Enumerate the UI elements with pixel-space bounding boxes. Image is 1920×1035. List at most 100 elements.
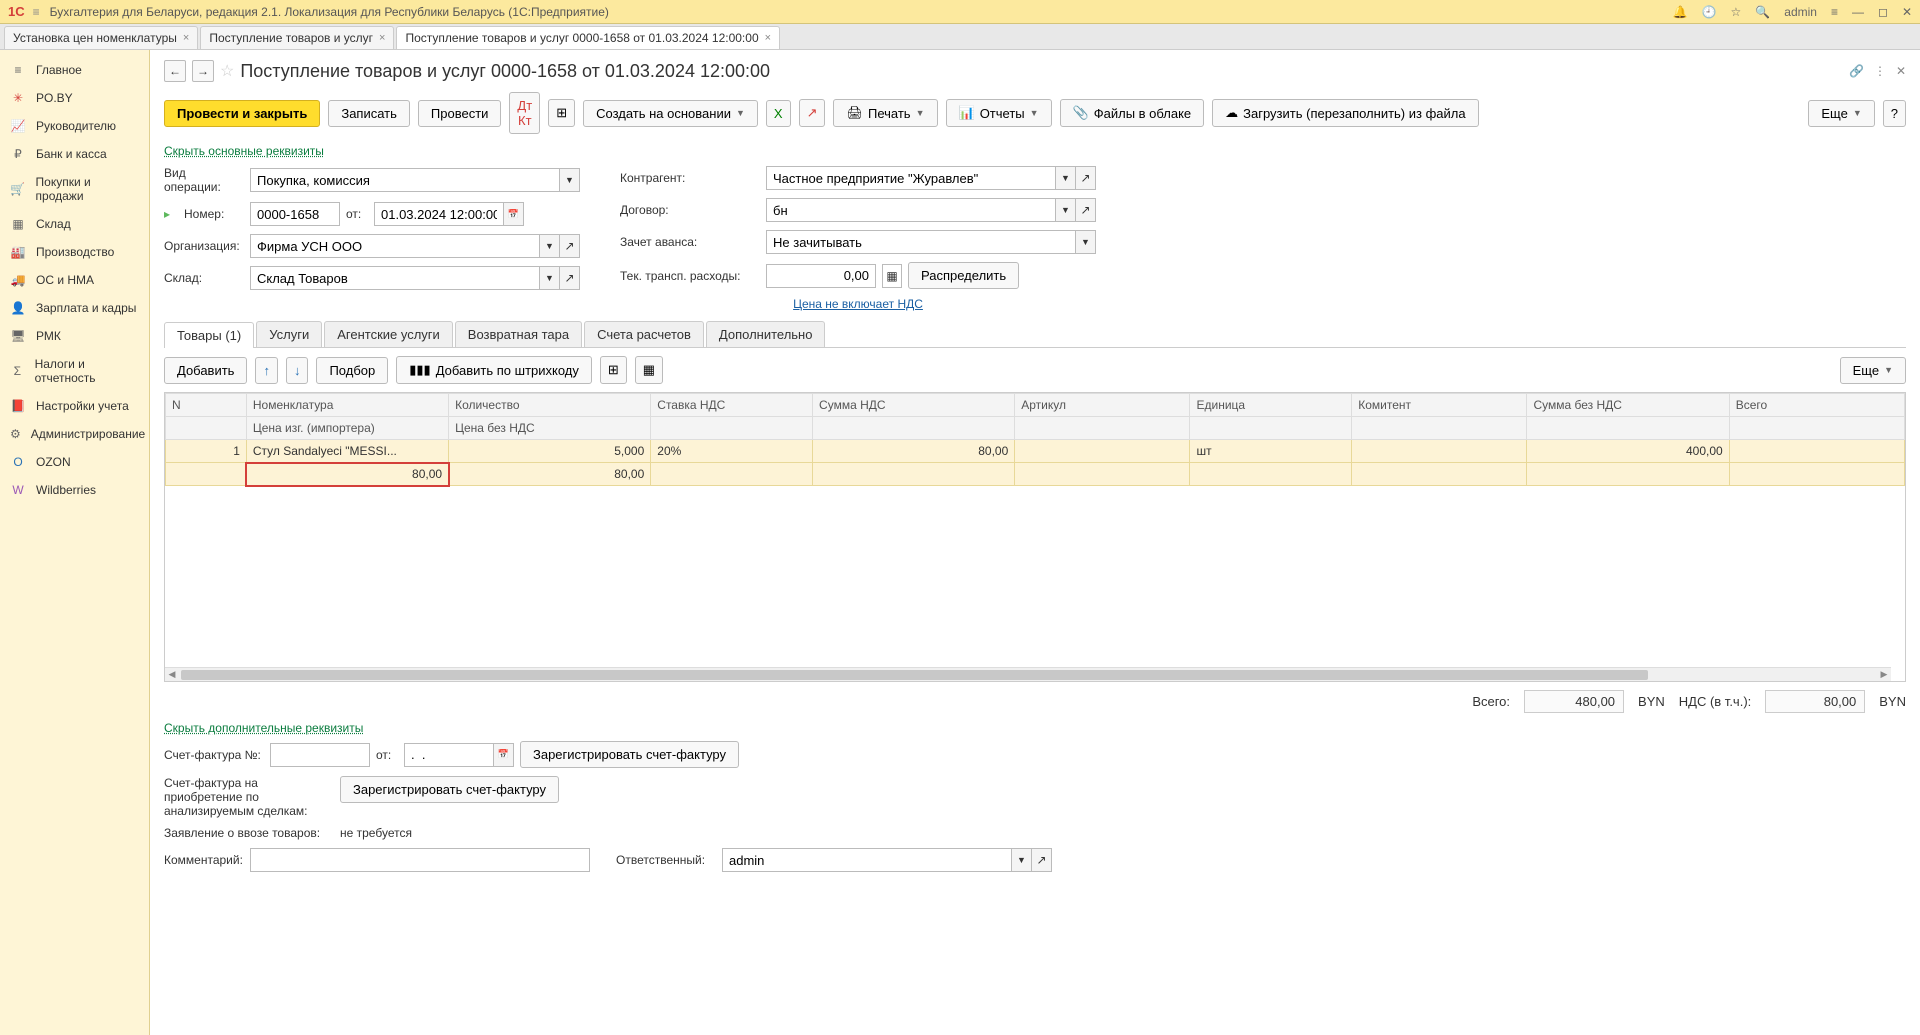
nav-back-button[interactable]: ← xyxy=(164,60,186,82)
subtab[interactable]: Возвратная тара xyxy=(455,321,582,347)
favorite-star-icon[interactable]: ☆ xyxy=(220,61,234,81)
column-header[interactable]: Номенклатура xyxy=(246,394,448,417)
column-header[interactable]: Количество xyxy=(449,394,651,417)
sf-no-field[interactable] xyxy=(270,743,370,767)
grid-action1-icon[interactable]: ⊞ xyxy=(600,356,627,384)
hamburger-icon[interactable]: ≡ xyxy=(33,5,40,19)
responsible-dropdown-icon[interactable]: ▼ xyxy=(1012,848,1032,872)
sidebar-item[interactable]: WWildberries xyxy=(0,476,149,504)
org-dropdown-icon[interactable]: ▼ xyxy=(540,234,560,258)
sidebar-item[interactable]: ≡Главное xyxy=(0,56,149,84)
op-type-field[interactable] xyxy=(250,168,560,192)
move-up-button[interactable]: ↑ xyxy=(255,357,278,384)
more-button[interactable]: Еще ▼ xyxy=(1808,100,1874,127)
hide-extra-req-link[interactable]: Скрыть дополнительные реквизиты xyxy=(164,721,363,735)
close-tab-icon[interactable]: × xyxy=(379,32,385,44)
post-and-close-button[interactable]: Провести и закрыть xyxy=(164,100,320,127)
subtab[interactable]: Услуги xyxy=(256,321,322,347)
table-row[interactable]: 1 Стул Sandalyeci "MESSI... 5,000 20% 80… xyxy=(166,440,1905,463)
counterparty-dropdown-icon[interactable]: ▼ xyxy=(1056,166,1076,190)
cell-total[interactable] xyxy=(1729,440,1904,463)
restore-icon[interactable]: ◻ xyxy=(1878,5,1888,19)
cell-qty[interactable]: 5,000 xyxy=(449,440,651,463)
column-header[interactable]: N xyxy=(166,394,247,417)
dt-kt-icon[interactable]: ДтКт xyxy=(509,92,540,134)
sidebar-item[interactable]: 🚚ОС и НМА xyxy=(0,266,149,294)
counterparty-field[interactable] xyxy=(766,166,1056,190)
cell-price-novat[interactable]: 80,00 xyxy=(449,463,651,486)
cell-n[interactable]: 1 xyxy=(166,440,247,463)
close-doc-icon[interactable]: ✕ xyxy=(1896,64,1906,78)
cell-vat-sum[interactable]: 80,00 xyxy=(813,440,1015,463)
column-subheader[interactable]: Цена без НДС xyxy=(449,417,651,440)
subtab[interactable]: Агентские услуги xyxy=(324,321,453,347)
sf-calendar-icon[interactable]: 📅 xyxy=(494,743,514,767)
document-tab[interactable]: Поступление товаров и услуг 0000-1658 от… xyxy=(396,26,780,49)
history-icon[interactable]: 🕘 xyxy=(1702,5,1717,19)
close-window-icon[interactable]: ✕ xyxy=(1902,5,1912,19)
sidebar-item[interactable]: ✳PO.BY xyxy=(0,84,149,112)
column-subheader[interactable] xyxy=(1527,417,1729,440)
calc-icon[interactable]: ▦ xyxy=(882,264,902,288)
comment-field[interactable] xyxy=(250,848,590,872)
column-header[interactable]: Комитент xyxy=(1352,394,1527,417)
sidebar-item[interactable]: ⚙Администрирование xyxy=(0,420,149,448)
line-items-grid[interactable]: NНоменклатураКоличествоСтавка НДССумма Н… xyxy=(164,392,1906,682)
files-button[interactable]: 📎 Файлы в облаке xyxy=(1060,99,1205,127)
column-header[interactable]: Сумма без НДС xyxy=(1527,394,1729,417)
sidebar-item[interactable]: 👤Зарплата и кадры xyxy=(0,294,149,322)
close-tab-icon[interactable]: × xyxy=(765,32,771,44)
contract-field[interactable] xyxy=(766,198,1056,222)
more-header-icon[interactable]: ⋮ xyxy=(1874,64,1886,78)
cell-article[interactable] xyxy=(1015,440,1190,463)
write-button[interactable]: Записать xyxy=(328,100,410,127)
pick-button[interactable]: Подбор xyxy=(316,357,388,384)
org-open-icon[interactable]: ↗ xyxy=(560,234,580,258)
sidebar-item[interactable]: ₽Банк и касса xyxy=(0,140,149,168)
add-row-button[interactable]: Добавить xyxy=(164,357,247,384)
nav-forward-button[interactable]: → xyxy=(192,60,214,82)
column-subheader[interactable] xyxy=(651,417,813,440)
grid-action2-icon[interactable]: ▦ xyxy=(635,356,663,384)
user-label[interactable]: admin xyxy=(1784,5,1817,19)
org-field[interactable] xyxy=(250,234,540,258)
column-subheader[interactable]: Цена изг. (импортера) xyxy=(246,417,448,440)
cell-nomenclature[interactable]: Стул Sandalyeci "MESSI... xyxy=(246,440,448,463)
subtab[interactable]: Счета расчетов xyxy=(584,321,704,347)
sidebar-item[interactable]: 🏭Производство xyxy=(0,238,149,266)
op-type-dropdown-icon[interactable]: ▼ xyxy=(560,168,580,192)
sidebar-item[interactable]: 🛒Покупки и продажи xyxy=(0,168,149,210)
column-subheader[interactable] xyxy=(813,417,1015,440)
register-invoice-button[interactable]: Зарегистрировать счет-фактуру xyxy=(520,741,739,768)
sidebar-item[interactable]: 🖥РМК xyxy=(0,322,149,350)
register-invoice2-button[interactable]: Зарегистрировать счет-фактуру xyxy=(340,776,559,803)
help-button[interactable]: ? xyxy=(1883,100,1906,127)
settings-icon[interactable]: ≡ xyxy=(1831,5,1838,19)
column-header[interactable]: Артикул xyxy=(1015,394,1190,417)
table-more-button[interactable]: Еще ▼ xyxy=(1840,357,1906,384)
sidebar-item[interactable]: ΣНалоги и отчетность xyxy=(0,350,149,392)
column-subheader[interactable] xyxy=(166,417,247,440)
barcode-button[interactable]: ▮▮▮ Добавить по штрихкоду xyxy=(396,356,592,384)
warehouse-dropdown-icon[interactable]: ▼ xyxy=(540,266,560,290)
counterparty-open-icon[interactable]: ↗ xyxy=(1076,166,1096,190)
number-field[interactable] xyxy=(250,202,340,226)
load-file-button[interactable]: ☁ Загрузить (перезаполнить) из файла xyxy=(1212,99,1478,127)
sidebar-item[interactable]: 📕Настройки учета xyxy=(0,392,149,420)
column-header[interactable]: Единица xyxy=(1190,394,1352,417)
column-header[interactable]: Сумма НДС xyxy=(813,394,1015,417)
sidebar-item[interactable]: 📈Руководителю xyxy=(0,112,149,140)
link-icon[interactable]: 🔗 xyxy=(1849,64,1864,78)
close-tab-icon[interactable]: × xyxy=(183,32,189,44)
cell-price-izg[interactable]: 80,00 xyxy=(246,463,448,486)
column-subheader[interactable] xyxy=(1015,417,1190,440)
sidebar-item[interactable]: ▦Склад xyxy=(0,210,149,238)
warehouse-field[interactable] xyxy=(250,266,540,290)
column-subheader[interactable] xyxy=(1729,417,1904,440)
cell-unit[interactable]: шт xyxy=(1190,440,1352,463)
cell-sum-novat[interactable]: 400,00 xyxy=(1527,440,1729,463)
distribute-button[interactable]: Распределить xyxy=(908,262,1019,289)
document-tab[interactable]: Поступление товаров и услуг× xyxy=(200,26,394,49)
cell-vat-rate[interactable]: 20% xyxy=(651,440,813,463)
calendar-icon[interactable]: 📅 xyxy=(504,202,524,226)
